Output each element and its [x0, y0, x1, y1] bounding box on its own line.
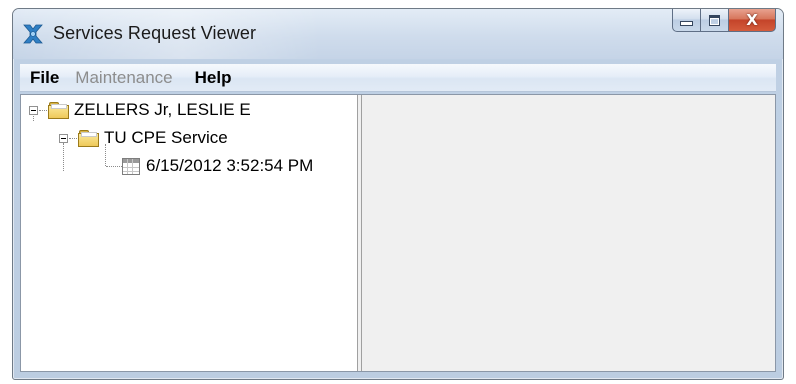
- minimize-icon: [680, 21, 693, 26]
- menu-bar: File Maintenance Help: [20, 64, 776, 92]
- tree-connector: [39, 109, 47, 111]
- collapse-icon[interactable]: [29, 105, 38, 115]
- tree-node-label: ZELLERS Jr, LESLIE E: [74, 100, 251, 119]
- caption-buttons: X: [672, 9, 776, 33]
- close-button[interactable]: X: [729, 9, 776, 32]
- client-area: ZELLERS Jr, LESLIE E TU CPE Service 6/15…: [20, 94, 776, 372]
- menu-help[interactable]: Help: [187, 68, 240, 88]
- menu-maintenance: Maintenance: [75, 67, 173, 87]
- minimize-button[interactable]: [672, 9, 701, 32]
- detail-pane: [362, 95, 775, 371]
- folder-icon: [78, 130, 99, 147]
- folder-icon: [48, 102, 69, 119]
- title-bar[interactable]: Services Request Viewer X: [13, 9, 783, 59]
- tree-node-request[interactable]: 6/15/2012 3:52:54 PM: [122, 156, 313, 176]
- collapse-icon[interactable]: [59, 133, 68, 143]
- tree-connector: [106, 166, 122, 167]
- tree-view[interactable]: ZELLERS Jr, LESLIE E TU CPE Service 6/15…: [21, 95, 358, 371]
- services-app-icon: [23, 24, 43, 44]
- tree-node-label: TU CPE Service: [104, 128, 228, 147]
- tree-node-label: 6/15/2012 3:52:54 PM: [146, 156, 314, 175]
- maximize-button[interactable]: [701, 9, 729, 32]
- menu-file[interactable]: File: [22, 68, 67, 88]
- maximize-icon: [709, 14, 720, 26]
- window-title: Services Request Viewer: [53, 23, 257, 43]
- services-request-viewer-window: Services Request Viewer X File Maintenan…: [12, 8, 784, 380]
- calendar-icon: [122, 157, 140, 175]
- tree-node-client[interactable]: ZELLERS Jr, LESLIE E: [29, 100, 251, 120]
- tree-connector: [69, 137, 77, 139]
- tree-node-service[interactable]: TU CPE Service: [59, 128, 228, 148]
- close-icon: X: [746, 10, 758, 29]
